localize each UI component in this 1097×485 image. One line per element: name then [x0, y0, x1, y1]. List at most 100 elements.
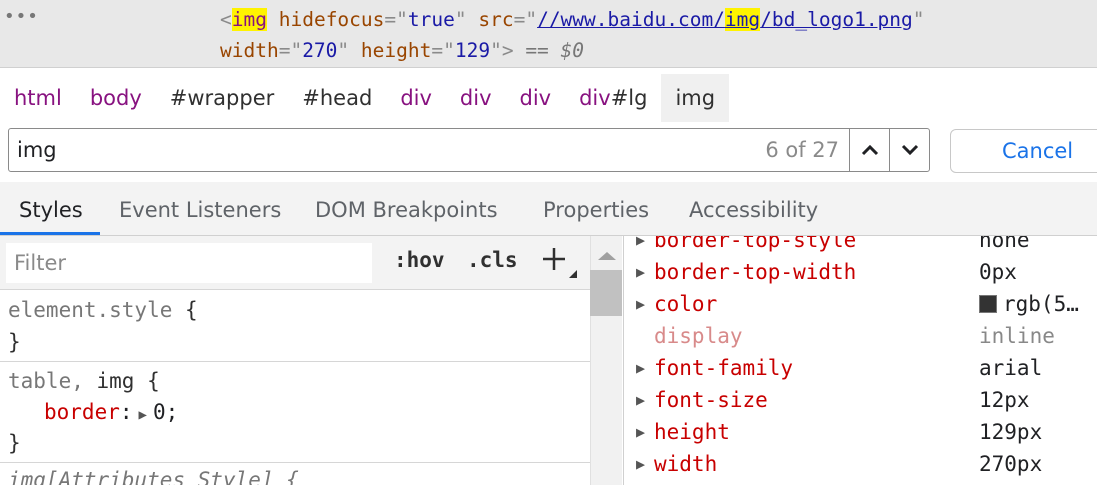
rule-semicolon: ;	[165, 400, 179, 424]
plus-icon[interactable]	[540, 244, 580, 284]
breadcrumb-id: #lg	[610, 86, 648, 110]
src-link-highlight: img	[724, 8, 761, 31]
attr-equals: ="	[431, 39, 455, 62]
computed-value-text: rgb(5…	[1003, 292, 1079, 316]
computed-row[interactable]: ▶ font-family arial	[624, 352, 1097, 384]
breadcrumb-item-body[interactable]: body	[76, 74, 156, 122]
attr-value-hidefocus: true	[407, 8, 455, 31]
rule-close-brace: }	[8, 431, 21, 455]
tag-open-bracket: <	[220, 8, 232, 31]
computed-row[interactable]: ▶ border-top-width 0px	[624, 256, 1097, 288]
breadcrumb-item-html[interactable]: html	[0, 74, 76, 122]
computed-value: 0px	[979, 260, 1017, 284]
hover-state-button[interactable]: :hov	[394, 248, 445, 272]
attr-name-src: src	[478, 8, 514, 31]
computed-property: font-size	[654, 388, 768, 412]
src-link[interactable]: //www.baidu.com/img/bd_logo1.png	[537, 8, 913, 31]
chevron-down-icon	[901, 144, 918, 156]
src-link-pre: //www.baidu.com/	[537, 8, 725, 31]
computed-row[interactable]: ▶ border-top-style none	[624, 236, 1097, 256]
rule-selector-attributes: img[Attributes Style] {	[8, 468, 299, 485]
breadcrumb-item-div-lg[interactable]: div#lg	[565, 74, 661, 122]
color-swatch-icon[interactable]	[979, 295, 997, 313]
attr-equals: ="	[278, 39, 303, 62]
computed-property: width	[654, 452, 718, 476]
computed-row[interactable]: ▶ height 129px	[624, 416, 1097, 448]
breadcrumb-item-head[interactable]: #head	[288, 74, 386, 122]
computed-value: 270px	[979, 452, 1043, 476]
attr-quote: "	[454, 8, 467, 31]
rule-property-border[interactable]: border	[44, 400, 120, 424]
expand-triangle-icon[interactable]: ▶	[636, 416, 645, 448]
rule-colon: :	[119, 400, 133, 424]
expand-triangle-icon[interactable]: ▶	[133, 407, 153, 423]
search-next-button[interactable]	[889, 129, 929, 171]
expand-triangle-icon[interactable]: ▶	[636, 384, 645, 416]
computed-value: 129px	[979, 420, 1043, 444]
chevron-up-icon	[861, 144, 878, 156]
breadcrumb-item-div[interactable]: div	[386, 74, 446, 122]
computed-property: border-top-style	[654, 236, 857, 252]
breadcrumb-item-div[interactable]: div	[446, 74, 506, 122]
tab-event-listeners[interactable]: Event Listeners	[119, 182, 281, 236]
computed-property: height	[654, 420, 730, 444]
expand-triangle-icon[interactable]: ▶	[636, 236, 645, 256]
styles-filter-input[interactable]	[6, 243, 372, 283]
attr-equals: ="	[384, 8, 408, 31]
dom-tree-snippet: ••• <img hidefocus="true" src="//www.bai…	[0, 0, 1097, 68]
attr-quote: "	[912, 8, 925, 31]
src-link-post: /bd_logo1.png	[760, 8, 913, 31]
styles-pane: :hov .cls element.style { } table, img {…	[0, 236, 590, 485]
style-rule-element[interactable]: element.style { }	[0, 290, 590, 362]
expand-triangle-icon[interactable]: ▶	[636, 256, 645, 288]
computed-value: inline	[979, 324, 1055, 348]
rule-open-brace: {	[172, 298, 198, 322]
cancel-button[interactable]: Cancel	[950, 129, 1097, 173]
computed-value: none	[979, 236, 1030, 252]
attr-quote: "	[337, 39, 350, 62]
breadcrumb-item-wrapper[interactable]: #wrapper	[156, 74, 289, 122]
attr-name-height: height	[360, 39, 432, 62]
expand-triangle-icon[interactable]: ▶	[636, 288, 645, 320]
breadcrumb-item-div[interactable]: div	[506, 74, 566, 122]
computed-property: border-top-width	[654, 260, 857, 284]
scroll-up-arrow-icon[interactable]	[591, 242, 623, 272]
attr-value-height: 129	[454, 39, 491, 62]
attr-equals: ="	[513, 8, 538, 31]
breadcrumb: html body #wrapper #head div div div div…	[0, 74, 730, 122]
scrollbar-thumb[interactable]	[590, 270, 622, 316]
expand-triangle-icon[interactable]: ▶	[636, 352, 645, 384]
computed-value: rgb(5…	[979, 288, 1079, 320]
computed-row[interactable]: ▶ color rgb(5…	[624, 288, 1097, 320]
tab-dom-breakpoints[interactable]: DOM Breakpoints	[315, 182, 498, 236]
dom-node-line-1[interactable]: <img hidefocus="true" src="//www.baidu.c…	[220, 8, 925, 31]
breadcrumb-item-img[interactable]: img	[661, 74, 730, 122]
attr-name-width: width	[220, 39, 279, 62]
rule-selector-dim: table,	[8, 369, 97, 393]
dom-node-line-2[interactable]: width="270" height="129"> == $0	[220, 39, 584, 62]
sidebar-tabbar: Styles Event Listeners DOM Breakpoints P…	[0, 182, 1097, 236]
style-rule-table-img[interactable]: table, img { border: ▶ 0; }	[0, 363, 590, 463]
rule-open-brace: {	[134, 369, 160, 393]
attr-name-hidefocus: hidefocus	[278, 8, 385, 31]
class-toggle-button[interactable]: .cls	[467, 248, 518, 272]
tab-styles[interactable]: Styles	[19, 182, 83, 236]
computed-row[interactable]: ▶ font-size 12px	[624, 384, 1097, 416]
equals-marker: ==	[513, 39, 561, 62]
style-rule-attributes[interactable]: img[Attributes Style] {	[0, 464, 590, 485]
tab-properties[interactable]: Properties	[543, 182, 649, 236]
more-ellipsis-icon[interactable]: •••	[4, 6, 39, 27]
search-match-count: 6 of 27	[765, 138, 839, 162]
selected-ref: $0	[560, 39, 585, 62]
search-prev-button[interactable]	[849, 129, 889, 171]
computed-row[interactable]: display inline	[624, 320, 1097, 352]
computed-styles-pane: ▶ border-top-style none ▶ border-top-wid…	[623, 236, 1097, 485]
tag-close: ">	[490, 39, 514, 62]
rule-selector-match: img	[96, 369, 135, 393]
computed-row[interactable]: ▶ width 270px	[624, 448, 1097, 480]
expand-triangle-icon[interactable]: ▶	[636, 448, 645, 480]
search-input[interactable]	[9, 130, 766, 170]
tab-accessibility[interactable]: Accessibility	[689, 182, 818, 236]
rule-value-border[interactable]: 0	[153, 400, 166, 424]
attr-value-width: 270	[302, 39, 338, 62]
